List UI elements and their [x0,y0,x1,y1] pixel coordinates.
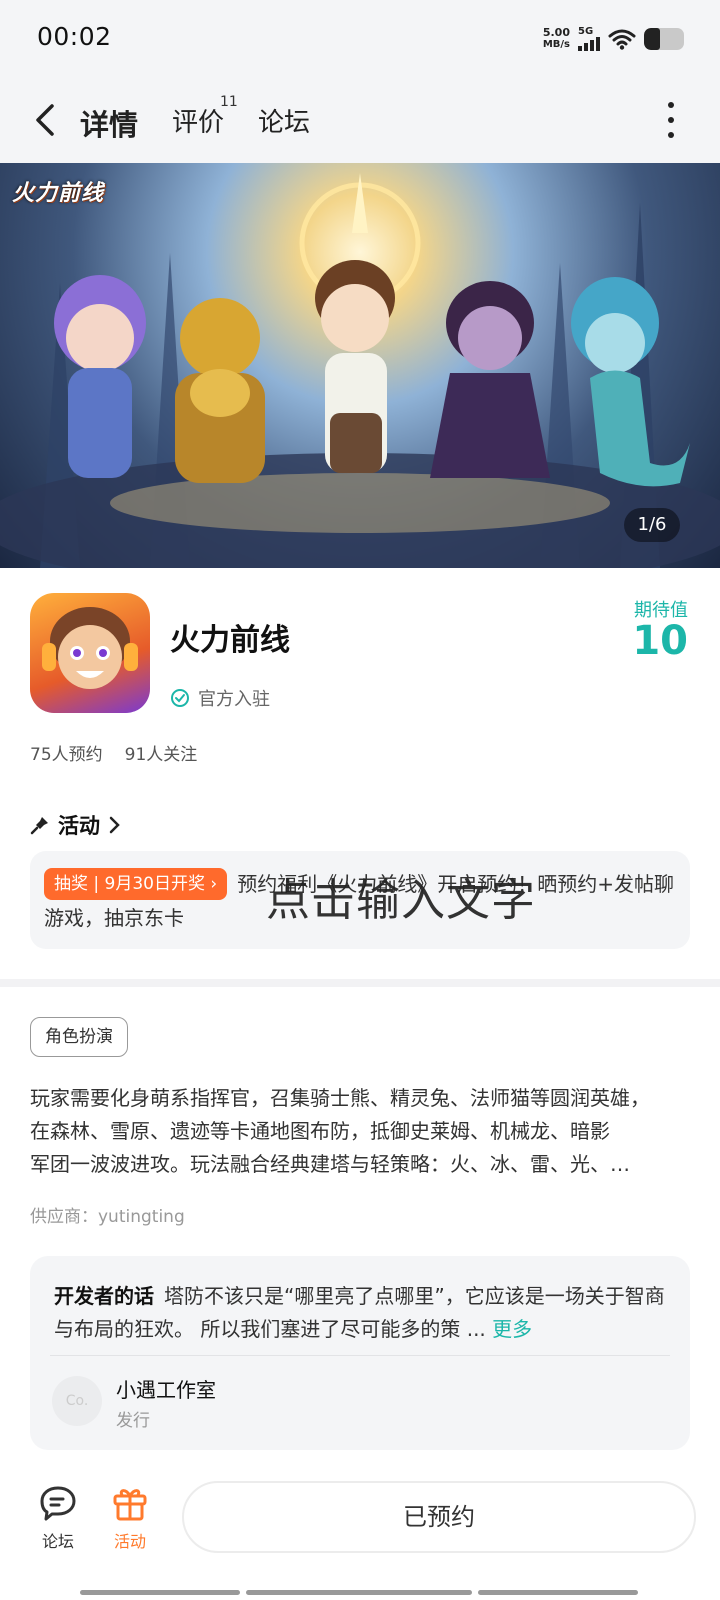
verified-check-icon [171,689,189,707]
top-nav: 详情 评价 11 论坛 [0,80,720,163]
more-link[interactable]: 更多 [492,1317,532,1341]
reserved-button[interactable]: 已预约 [182,1481,696,1553]
bottom-forum-label: 论坛 [41,1532,74,1551]
banner-illustration [0,173,720,568]
back-arrow-icon[interactable] [30,100,60,140]
gesture-bar [478,1590,638,1595]
network-type: 5G [578,26,594,37]
description-line: 军团一波波进攻。玩法融合经典建塔与轻策略：火、冰、雷、光、… [30,1152,630,1176]
lottery-badge-label: 抽奖 | 9月30日开奖 [54,874,205,894]
bottom-forum-button[interactable]: 论坛 [30,1484,86,1552]
bottom-activity-label: 活动 [113,1532,146,1551]
chevron-right-icon: › [210,874,218,894]
developer-card[interactable]: 开发者的话 塔防不该只是“哪里亮了点哪里”，它应该是一场关于智商与布局的狂欢。 所… [30,1256,690,1450]
description-line: 玩家需要化身萌系指挥官，召集骑士熊、精灵兔、法师猫等圆润英雄， [30,1086,650,1110]
tab-forum-label: 论坛 [258,108,311,138]
studio-name[interactable]: 小遇工作室 [116,1374,216,1403]
status-time: 00:02 [37,22,112,51]
studio-role: 发行 [116,1411,150,1431]
game-app-icon [30,593,150,713]
bottom-activity-button[interactable]: 活动 [102,1484,158,1552]
gesture-bar [246,1590,472,1595]
gesture-bar [80,1590,240,1595]
pin-icon [30,817,48,835]
chat-bubble-icon [40,1486,76,1521]
status-icons: 5.00 MB/s 5G [543,24,684,54]
genre-tag[interactable]: 角色扮演 [30,1017,128,1057]
tab-review-label: 评价 [172,108,225,138]
supplier-label: 供应商：yutingting [30,1207,185,1227]
game-stats: 75人预约 91人关注 [30,740,197,765]
studio-avatar: Co. [52,1376,102,1426]
network-speed: 5.00 MB/s [543,27,570,51]
wifi-icon [608,29,636,50]
tab-review[interactable]: 评价 11 [172,94,238,139]
cellular-signal-icon: 5G [578,27,600,51]
status-bar: 00:02 5.00 MB/s 5G [0,0,720,80]
game-title: 火力前线 [170,623,290,658]
section-divider [0,979,720,987]
activity-section-header[interactable]: 活动 [30,810,122,840]
review-count-badge: 11 [220,94,238,110]
official-label: 官方入驻 [198,689,270,710]
expectation-score: 10 [632,618,688,664]
banner-logo: 火力前线 [12,181,105,206]
tab-forum[interactable]: 论坛 [258,102,310,139]
developer-words: 开发者的话 塔防不该只是“哪里亮了点哪里”，它应该是一场关于智商与布局的狂欢。 所… [54,1280,674,1346]
banner-page-counter: 1/6 [624,508,680,542]
network-speed-unit: MB/s [542,39,570,50]
banner-carousel[interactable]: 火力前线 1/6 [0,163,720,568]
battery-icon [644,28,684,50]
activity-heading: 活动 [58,814,100,838]
network-speed-value: 5.00 [542,26,570,39]
description-line: 在森林、雪原、遗迹等卡通地图布防，抵御史莱姆、机械龙、暗影 [30,1119,610,1143]
gift-icon [113,1489,147,1521]
text-input-overlay[interactable]: 点击输入文字 [266,864,536,928]
card-divider [50,1355,670,1356]
developer-words-heading: 开发者的话 [54,1284,154,1308]
follower-count: 91人关注 [124,745,198,765]
chevron-right-icon [109,816,120,834]
official-badge: 官方入驻 [170,685,270,711]
more-options-icon[interactable] [666,102,676,138]
tab-detail[interactable]: 详情 [76,102,143,144]
tab-detail-label: 详情 [80,108,139,142]
reservation-count: 75人预约 [30,745,103,765]
lottery-badge: 抽奖 | 9月30日开奖 › [44,868,228,900]
game-description[interactable]: 玩家需要化身萌系指挥官，召集骑士熊、精灵兔、法师猫等圆润英雄， 在森林、雪原、遗… [30,1082,696,1181]
